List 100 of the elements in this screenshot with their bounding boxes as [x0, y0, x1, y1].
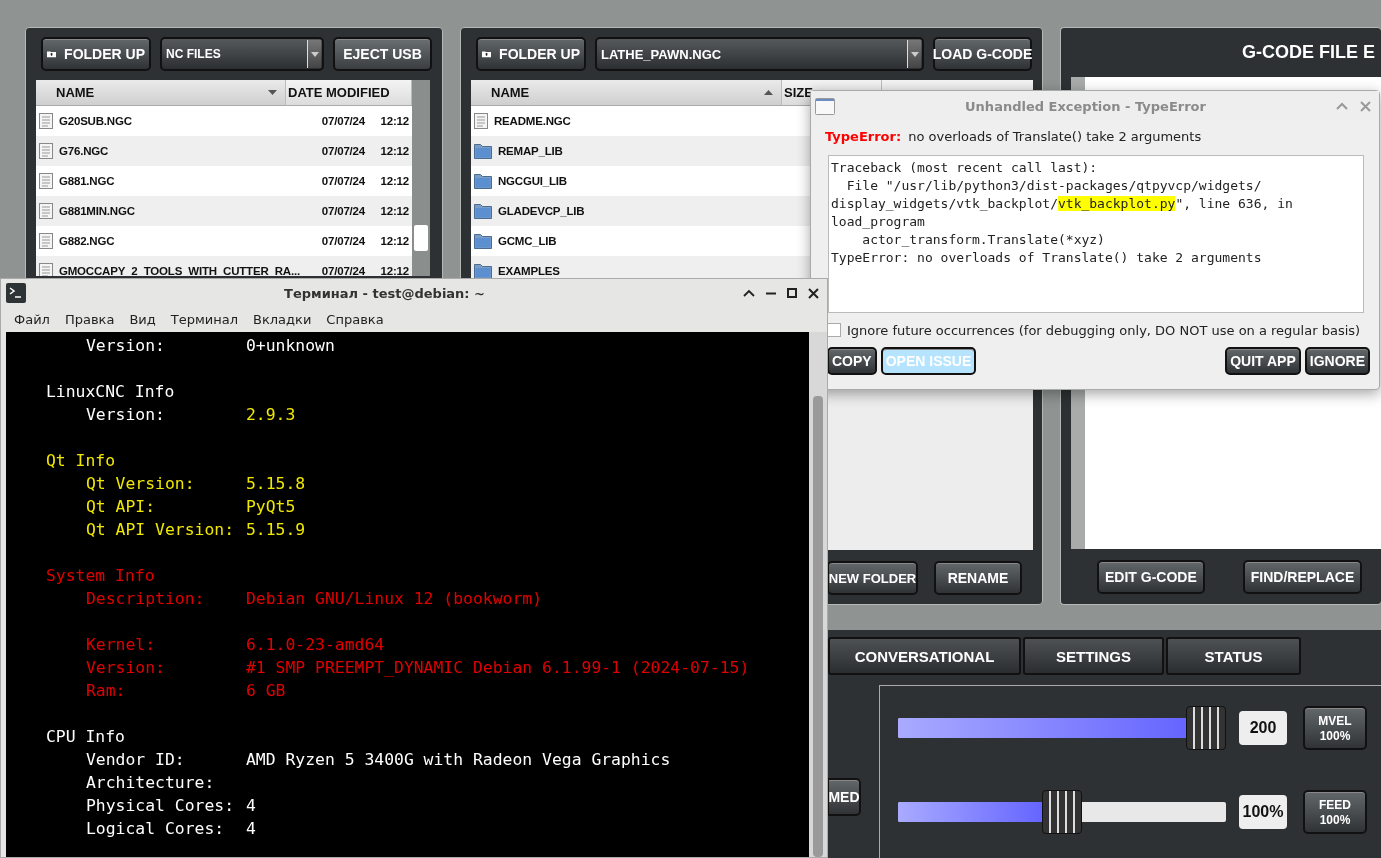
action-button[interactable]: EDIT G-CODE — [1097, 560, 1205, 594]
override-button[interactable]: FEED 100% — [1303, 790, 1367, 834]
folder-icon — [474, 143, 492, 159]
panel-title: G-CODE FILE E — [1241, 41, 1376, 64]
file-name[interactable]: G881MIN.NGC — [59, 205, 309, 217]
output-label: Version: — [86, 404, 166, 426]
dialog-button[interactable]: IGNORE — [1304, 347, 1370, 375]
dropdown-field[interactable]: LATHE_PAWN.NGC — [595, 37, 924, 71]
file-name[interactable]: G882.NGC — [59, 235, 309, 247]
date-cell-text: 07/07/24 — [320, 115, 365, 127]
file-icon — [474, 113, 488, 129]
output-heading: LinuxCNC Info — [46, 381, 175, 403]
terminal-icon — [6, 283, 26, 303]
output-label: Architecture: — [86, 772, 216, 794]
output-value: 4 — [246, 818, 256, 840]
date-cell-text: 07/07/24 — [320, 145, 365, 157]
menu-item[interactable]: Файл — [14, 312, 50, 327]
menu-item[interactable]: Справка — [326, 312, 384, 327]
folder-up-button[interactable]: FOLDER UP — [476, 37, 586, 71]
error-type: TypeError: — [825, 128, 902, 144]
traceback-line: Traceback (most recent call last): — [831, 159, 1098, 177]
scrollbar[interactable] — [412, 80, 430, 276]
dialog-button[interactable]: QUIT APP — [1225, 347, 1301, 375]
output-value: AMD Ryzen 5 3400G with Radeon Vega Graphics — [246, 749, 671, 771]
output-heading: CPU Info — [46, 726, 125, 748]
traceback-line: TypeError: no overloads of Translate() take 2 arguments — [831, 249, 1262, 267]
output-label: Version: — [86, 657, 166, 679]
output-label: Kernel: — [86, 634, 157, 656]
scrollbar[interactable] — [809, 332, 827, 857]
dropdown-caret-icon[interactable] — [907, 40, 921, 68]
output-label: Logical Cores: — [86, 818, 226, 840]
folder-name[interactable]: NGCGUI_LIB — [498, 175, 748, 187]
tab[interactable]: STATUS — [1166, 637, 1301, 675]
time-cell-text: 12:12 — [379, 145, 409, 157]
output-value: 5.15.8 — [246, 473, 306, 495]
output-value: 4 — [246, 795, 256, 817]
time-cell-text: 12:12 — [379, 265, 409, 276]
scrollbar-thumb[interactable] — [414, 225, 428, 251]
output-value: PyQt5 — [246, 496, 296, 518]
menu-item[interactable]: Терминал — [170, 312, 238, 327]
collapse-icon[interactable] — [743, 289, 755, 297]
eject-button[interactable]: EJECT USB — [333, 37, 432, 71]
traceback-line: File "/usr/lib/python3/dist-packages/qtpyvcp/widgets/ — [845, 177, 1262, 195]
file-icon — [39, 233, 53, 249]
file-icon — [39, 173, 53, 189]
folder-name[interactable]: GLADEVCP_LIB — [498, 205, 748, 217]
slider-thumb[interactable] — [1186, 706, 1226, 750]
menu-item[interactable]: Правка — [64, 312, 115, 327]
file-name[interactable]: GMOCCAPY_2_TOOLS_WITH_CUTTER_RA... — [59, 265, 309, 276]
error-message: no overloads of Translate() take 2 arguments — [908, 128, 1202, 144]
output-label: Qt API Version: — [86, 519, 236, 541]
scrollbar-thumb[interactable] — [813, 396, 823, 857]
dropdown-caret-icon[interactable] — [307, 40, 321, 68]
date-cell-text: 07/07/24 — [320, 175, 365, 187]
maximize-icon[interactable] — [787, 288, 797, 298]
date-cell-text: 07/07/24 — [320, 265, 365, 276]
rate-button[interactable]: MED — [827, 778, 861, 816]
close-icon[interactable] — [808, 287, 819, 299]
file-name[interactable]: G20SUB.NGC — [59, 115, 309, 127]
tab[interactable]: SETTINGS — [1023, 637, 1164, 675]
date-cell-text: 07/07/24 — [320, 205, 365, 217]
dialog-button[interactable]: COPY — [827, 347, 877, 375]
folder-up-button[interactable]: FOLDER UP — [41, 37, 151, 71]
file-name[interactable]: G881.NGC — [59, 175, 309, 187]
checkbox-label: Ignore future occurrences (for debugging only, DO NOT use on a regular basis) — [847, 322, 1361, 338]
slider-track[interactable] — [898, 706, 1226, 750]
slider-track[interactable] — [898, 790, 1226, 834]
value-field: 200 — [1239, 711, 1287, 745]
menu-item[interactable]: Вкладки — [253, 312, 312, 327]
folder-name[interactable]: REMAP_LIB — [498, 145, 748, 157]
column-header[interactable]: NAME — [471, 80, 782, 105]
column-header[interactable]: NAME — [36, 80, 286, 105]
traceback-line: display_widgets/vtk_backplot/vtk_backplot.py", line 636, in — [831, 195, 1293, 213]
menu-item[interactable]: Вид — [129, 312, 156, 327]
dropdown-field[interactable]: NC FILES — [160, 37, 324, 71]
override-button[interactable]: MVEL 100% — [1303, 706, 1367, 750]
slider-thumb[interactable] — [1042, 790, 1082, 834]
load-button[interactable]: LOAD G-CODE — [933, 37, 1032, 71]
folder-name[interactable]: EXAMPLES — [498, 265, 748, 277]
window-title: Терминал - test@debian: ~ — [283, 285, 486, 301]
time-cell-text: 12:12 — [379, 235, 409, 247]
value-field: 100% — [1239, 795, 1287, 829]
tab[interactable]: CONVERSATIONAL — [828, 637, 1021, 675]
output-value: 6 GB — [246, 680, 286, 702]
action-button[interactable]: NEW FOLDER — [827, 561, 918, 595]
minimize-icon[interactable] — [766, 291, 776, 295]
folder-icon — [474, 203, 492, 219]
action-button[interactable]: RENAME — [934, 561, 1022, 595]
window-icon — [815, 97, 835, 115]
action-button[interactable]: FIND/REPLACE — [1242, 560, 1363, 594]
folder-name[interactable]: GCMC_LIB — [498, 235, 748, 247]
file-name[interactable]: README.NGC — [494, 115, 744, 127]
output-label: Qt API: — [86, 496, 157, 518]
output-value: 6.1.0-23-amd64 — [246, 634, 385, 656]
output-value: 0+unknown — [246, 335, 335, 357]
file-name[interactable]: G76.NGC — [59, 145, 309, 157]
output-value: Debian GNU/Linux 12 (bookworm) — [246, 588, 543, 610]
time-cell-text: 12:12 — [379, 175, 409, 187]
file-icon — [39, 143, 53, 159]
output-value: 5.15.9 — [246, 519, 306, 541]
